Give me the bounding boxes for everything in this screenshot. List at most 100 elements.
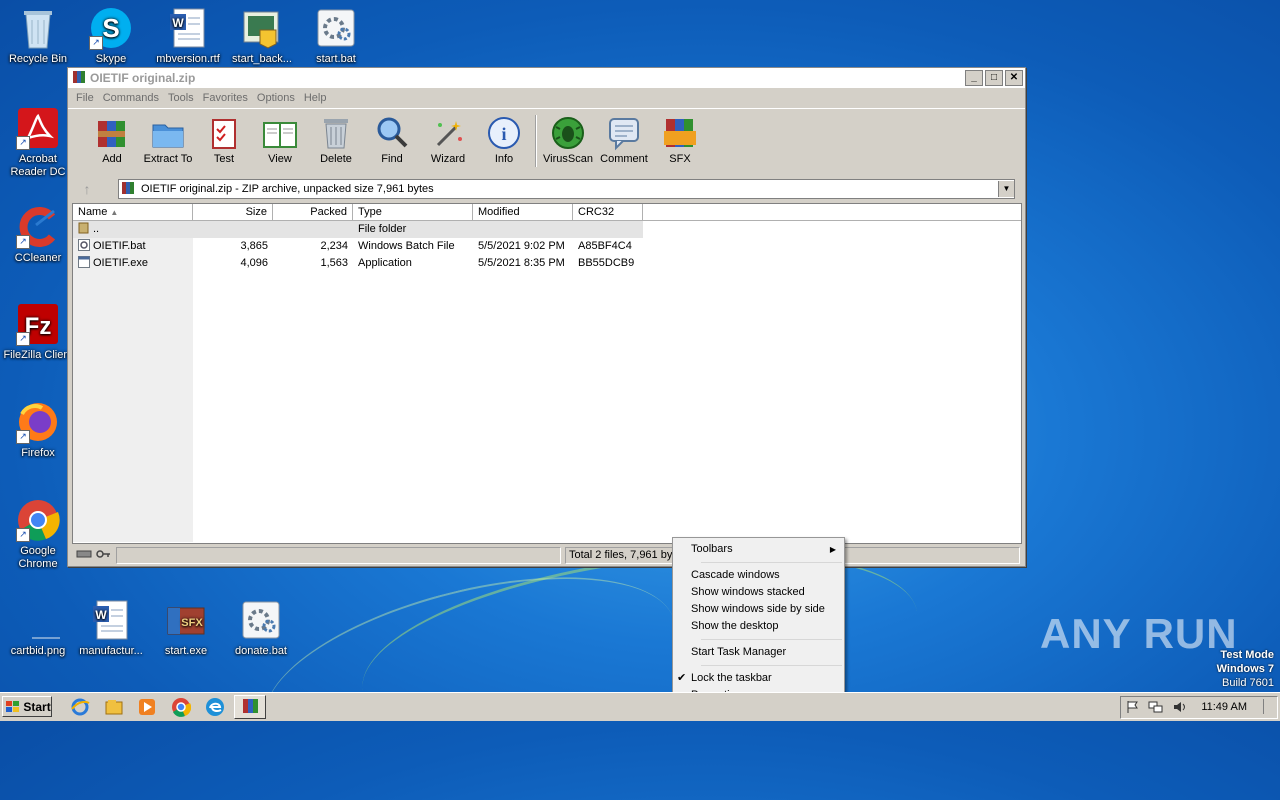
desktop-icon-cartbid[interactable]: cartbid.png: [0, 598, 76, 658]
desktop-icon-start-bat[interactable]: start.bat: [298, 6, 374, 66]
cell-packed: 1,563: [320, 257, 348, 269]
drive-icon[interactable]: [76, 549, 92, 562]
add-icon: [94, 115, 130, 151]
desktop-icon-manufactur[interactable]: W manufactur...: [73, 598, 149, 658]
chevron-down-icon[interactable]: ▼: [998, 181, 1014, 197]
column-size[interactable]: Size: [193, 204, 273, 220]
ie-icon[interactable]: [70, 697, 90, 717]
volume-icon[interactable]: [1172, 700, 1188, 717]
magic-wand-icon: [430, 115, 466, 151]
key-icon[interactable]: [95, 549, 111, 562]
column-type[interactable]: Type: [353, 204, 473, 220]
title-bar[interactable]: OIETIF original.zip _ □ ✕: [68, 68, 1025, 88]
menu-separator: [701, 639, 842, 640]
path-dropdown[interactable]: OIETIF original.zip - ZIP archive, unpac…: [118, 179, 1015, 199]
edge-icon[interactable]: [205, 697, 225, 717]
menu-item-lock-taskbar[interactable]: ✔ Lock the taskbar: [673, 670, 844, 687]
desktop-icon-label: FileZilla Client: [3, 349, 73, 361]
media-player-icon[interactable]: [137, 697, 157, 717]
menu-item-stacked[interactable]: Show windows stacked: [673, 584, 844, 601]
up-arrow-icon[interactable]: ↑: [74, 179, 100, 199]
sort-asc-icon: ▲: [110, 208, 119, 217]
desktop-icon-label: donate.bat: [235, 645, 287, 657]
folder-icon: [150, 115, 186, 151]
menu-item-show-desktop[interactable]: Show the desktop: [673, 618, 844, 635]
menu-commands[interactable]: Commands: [103, 92, 159, 104]
chrome-icon[interactable]: [171, 697, 192, 717]
winrar-taskbar-button[interactable]: [234, 695, 266, 719]
desktop-icon-filezilla[interactable]: Fz ↗ FileZilla Client: [0, 302, 76, 362]
network-icon[interactable]: [1148, 700, 1164, 717]
desktop-icon-label: Skype: [95, 53, 127, 65]
add-button[interactable]: Add: [84, 115, 140, 165]
sfx-icon: [662, 115, 698, 151]
info-button[interactable]: i Info: [476, 115, 532, 165]
desktop-icon-label: Recycle Bin: [8, 53, 68, 65]
minimize-button[interactable]: _: [965, 70, 983, 86]
close-button[interactable]: ✕: [1005, 70, 1023, 86]
sfx-button[interactable]: SFX: [652, 115, 708, 165]
virusscan-button[interactable]: VirusScan: [540, 115, 596, 165]
maximize-button[interactable]: □: [985, 70, 1003, 86]
view-button[interactable]: View: [252, 115, 308, 165]
flag-icon[interactable]: [1126, 700, 1140, 717]
table-row[interactable]: .. File folder: [73, 221, 643, 238]
desktop-icon-mbversion[interactable]: W mbversion.rtf: [150, 6, 226, 66]
delete-button[interactable]: Delete: [308, 115, 364, 165]
explorer-icon[interactable]: [104, 697, 124, 717]
info-icon: i: [486, 115, 522, 151]
desktop-icon-label: start_back...: [232, 53, 292, 65]
table-row[interactable]: OIETIF.exe 4,096 1,563 Application 5/5/2…: [73, 255, 1021, 272]
menu-separator: [701, 665, 842, 666]
taskbar[interactable]: Start 11:49 AM: [0, 692, 1280, 721]
desktop-icon-start-back[interactable]: start_back...: [224, 6, 300, 66]
desktop-icon-recycle-bin[interactable]: Recycle Bin: [0, 6, 76, 66]
column-crc32[interactable]: CRC32: [573, 204, 643, 220]
shortcut-arrow-icon: ↗: [16, 136, 30, 150]
cell-name: OIETIF.bat: [93, 240, 146, 252]
menu-item-toolbars[interactable]: Toolbars ▶: [673, 541, 844, 558]
virusscan-label: VirusScan: [543, 153, 593, 165]
menu-item-task-manager[interactable]: Start Task Manager: [673, 644, 844, 661]
test-button[interactable]: Test: [196, 115, 252, 165]
menu-options[interactable]: Options: [257, 92, 295, 104]
extract-to-button[interactable]: Extract To: [140, 115, 196, 165]
winrar-window[interactable]: OIETIF original.zip _ □ ✕ File Commands …: [67, 67, 1026, 567]
wizard-button[interactable]: Wizard: [420, 115, 476, 165]
menu-item-side-by-side[interactable]: Show windows side by side: [673, 601, 844, 618]
file-list[interactable]: Name ▲ Size Packed Type Modified CRC32 .…: [72, 203, 1022, 544]
shortcut-arrow-icon: ↗: [16, 430, 30, 444]
cell-packed: 2,234: [320, 240, 348, 252]
clipboard-check-icon: [206, 115, 242, 151]
comment-button[interactable]: Comment: [596, 115, 652, 165]
anyrun-logo: ANY RUN: [1040, 610, 1238, 657]
desktop-icon-chrome[interactable]: ↗ Google Chrome: [0, 498, 76, 571]
start-button[interactable]: Start: [2, 696, 52, 717]
status-bar: Total 2 files, 7,961 bytes: [72, 546, 1020, 564]
desktop-icon-acrobat[interactable]: ↗ Acrobat Reader DC: [0, 106, 76, 179]
desktop-icon-ccleaner[interactable]: ↗ CCleaner: [0, 205, 76, 265]
column-modified[interactable]: Modified: [473, 204, 573, 220]
table-row[interactable]: OIETIF.bat 3,865 2,234 Windows Batch Fil…: [73, 238, 1021, 255]
column-name[interactable]: Name ▲: [73, 204, 193, 220]
desktop-icon-firefox[interactable]: ↗ Firefox: [0, 400, 76, 460]
find-button[interactable]: Find: [364, 115, 420, 165]
menu-file[interactable]: File: [76, 92, 94, 104]
svg-text:SFX: SFX: [181, 617, 203, 629]
desktop-icon-start-exe[interactable]: SFX start.exe: [148, 598, 224, 658]
clock[interactable]: 11:49 AM: [1201, 701, 1247, 713]
column-packed[interactable]: Packed: [273, 204, 353, 220]
show-desktop-button[interactable]: [1263, 699, 1274, 714]
menu-help[interactable]: Help: [304, 92, 327, 104]
cell-type: Windows Batch File: [358, 240, 455, 252]
image-file-icon: [16, 598, 74, 642]
add-label: Add: [102, 153, 122, 165]
menu-favorites[interactable]: Favorites: [203, 92, 248, 104]
desktop-icon-donate-bat[interactable]: donate.bat: [223, 598, 299, 658]
menu-item-cascade[interactable]: Cascade windows: [673, 567, 844, 584]
trash-icon: [318, 115, 354, 151]
desktop-icon-skype[interactable]: S ↗ Skype: [73, 6, 149, 66]
menu-tools[interactable]: Tools: [168, 92, 194, 104]
desktop-icon-label: start.bat: [316, 53, 356, 65]
shortcut-arrow-icon: ↗: [16, 332, 30, 346]
